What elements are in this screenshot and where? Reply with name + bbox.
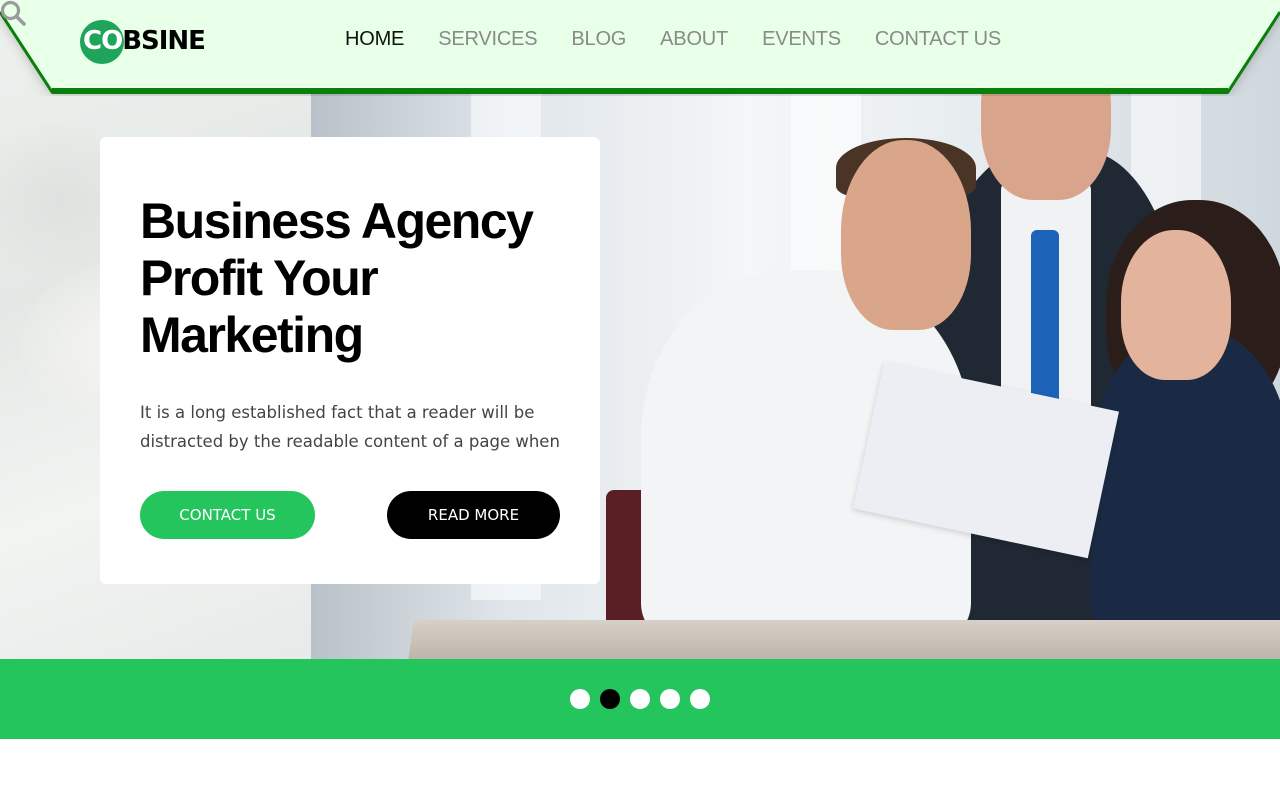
nav-blog[interactable]: BLOG [571, 28, 626, 51]
slider-dot-3[interactable] [630, 689, 650, 709]
slider-band [0, 659, 1280, 739]
slider-dots [570, 689, 710, 709]
slider-dot-4[interactable] [660, 689, 680, 709]
slider-dot-2[interactable] [600, 689, 620, 709]
search-icon[interactable] [0, 0, 26, 26]
nav-events[interactable]: EVENTS [762, 28, 841, 51]
nav-contact[interactable]: CONTACT US [875, 28, 1001, 51]
logo[interactable]: COBSINE [80, 20, 206, 64]
slider-dot-5[interactable] [690, 689, 710, 709]
nav-home[interactable]: HOME [345, 28, 404, 51]
hero-title: Business Agency Profit Your Marketing [140, 193, 534, 363]
hero-description: It is a long established fact that a rea… [140, 403, 560, 451]
main-nav: HOME SERVICES BLOG ABOUT EVENTS CONTACT … [345, 28, 1035, 51]
read-more-button[interactable]: READ MORE [387, 491, 560, 539]
nav-about[interactable]: ABOUT [660, 28, 728, 51]
hero-card: Business Agency Profit Your Marketing It… [100, 137, 600, 584]
site-header: COBSINE HOME SERVICES BLOG ABOUT EVENTS … [0, 0, 1280, 96]
slider-dot-1[interactable] [570, 689, 590, 709]
nav-services[interactable]: SERVICES [438, 28, 537, 51]
contact-us-button[interactable]: CONTACT US [140, 491, 315, 539]
logo-text: COBSINE [83, 26, 206, 56]
